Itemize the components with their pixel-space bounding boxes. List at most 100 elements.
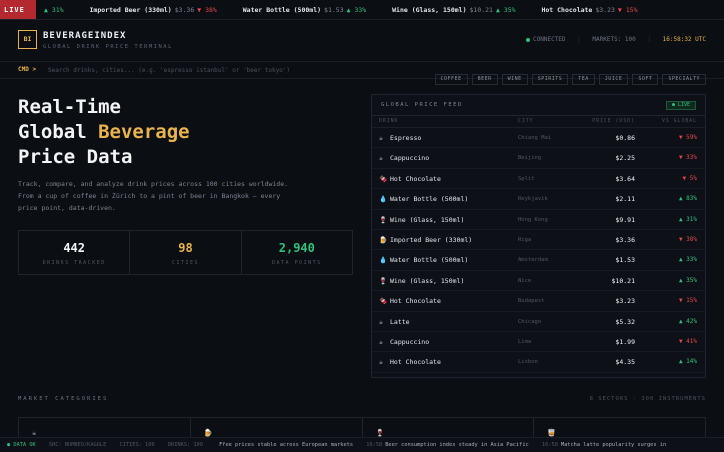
news-item[interactable]: Ffee prices stable across European marke… — [219, 442, 353, 448]
chip-coffee[interactable]: COFFEE — [434, 74, 468, 85]
ticker-item-change: ▲ 33% — [346, 6, 367, 14]
table-row[interactable]: 🍫 Hot Chocolate Budapest $3.23 ▼ 15% — [372, 291, 705, 312]
news-item[interactable]: Matcha latte popularity surges in — [561, 442, 666, 448]
news-time: 16:58 — [541, 442, 558, 448]
wine-icon: 🍷 — [375, 429, 385, 437]
spirits-icon: 🥃 — [547, 429, 556, 437]
price-feed-panel: GLOBAL PRICE FEED ● LIVE DRINK CITY PRIC… — [371, 94, 706, 378]
column-header-city[interactable]: CITY — [518, 119, 534, 124]
vs-global-change: ▲ 83% — [678, 195, 697, 203]
hot-chocolate-icon: 🍫 — [379, 297, 388, 306]
chip-spirits[interactable]: SPIRITS — [531, 74, 569, 85]
brand-name[interactable]: BEVERAGEINDEX — [43, 31, 126, 41]
table-row[interactable]: 🍷 Wine (Glass, 150ml) Hong Kong $9.91 ▲ 31% — [372, 210, 705, 230]
water-drop-icon: 💧 — [379, 256, 388, 265]
price-value: $0.86 — [615, 134, 635, 142]
ticker-item[interactable]: Imported Beer (330ml) $3.36 ▼ 38% — [89, 0, 217, 19]
category-card[interactable]: ☕ — [19, 418, 191, 437]
table-row[interactable]: 💧 Water Bottle (500ml) Reykjavik $2.11 ▲ 83% — [372, 189, 705, 210]
stat-value: 2,940 — [278, 241, 315, 255]
vs-global-change: ▼ 5% — [682, 174, 697, 182]
vs-global-change: ▼ 59% — [678, 134, 697, 141]
markets-count: MARKETS: 100 — [592, 36, 636, 43]
category-filter-chips: COFFEE BEER WINE SPIRITS TEA JUICE SOFT SPECIAL… — [431, 65, 706, 85]
chip-beer[interactable]: BEER — [471, 74, 498, 85]
data-source: SRC: NUMBEO/KAGGLE — [48, 442, 107, 448]
table-row[interactable]: ☕ Cappuccino Lima $1.99 ▼ 41% — [372, 332, 705, 353]
table-row[interactable]: ☕ Latte Chicago $5.32 ▲ 42% — [372, 312, 705, 332]
ticker-item-change: ▲ 35% — [495, 6, 516, 14]
price-value: $3.23 — [615, 297, 635, 306]
ticker-item-name: Imported Beer (330ml) — [89, 6, 172, 14]
vs-global-change: ▲ 33% — [678, 256, 697, 264]
status-bar: ● DATA OK SRC: NUMBEO/KAGGLE CITIES: 100… — [0, 437, 724, 452]
drink-name: Water Bottle (500ml) — [390, 195, 469, 204]
stat-value: 442 — [63, 241, 85, 255]
vs-global-change: ▼ 41% — [678, 337, 697, 345]
search-input[interactable] — [48, 65, 408, 76]
city-name: Amsterdam — [518, 257, 548, 264]
chip-wine[interactable]: WINE — [501, 74, 528, 85]
table-row[interactable]: 🍫 Hot Chocolate Split $3.64 ▼ 5% — [372, 169, 705, 190]
table-row[interactable]: ☕ Espresso Chiang Mai $0.86 ▼ 59% — [372, 128, 705, 149]
stat-drinks-tracked: 442 DRINKS TRACKED — [19, 231, 131, 274]
coffee-icon: ☕ — [379, 134, 383, 142]
drinks-count: DRINKS: 100 — [167, 442, 203, 448]
category-card[interactable]: 🍺 — [191, 418, 363, 437]
vs-global-change: ▼ 33% — [678, 154, 697, 162]
ticker-item[interactable]: ▲ 31% — [38, 0, 64, 19]
divider: | — [647, 36, 652, 43]
chip-tea[interactable]: TEA — [572, 74, 595, 85]
wine-glass-icon: 🍷 — [379, 215, 388, 224]
table-row[interactable]: 🍷 Wine (Glass, 150ml) Nice $10.21 ▲ 35% — [372, 271, 705, 292]
data-status: ● DATA OK — [7, 442, 36, 448]
news-time: 16:58 — [366, 442, 383, 448]
vs-global-change: ▲ 35% — [678, 276, 697, 284]
live-badge: ● LIVE — [665, 101, 696, 110]
city-name: Lisbon — [518, 359, 538, 366]
price-value: $3.64 — [615, 174, 635, 183]
stats-panel: 442 DRINKS TRACKED 98 CITIES 2,940 DATA … — [18, 230, 353, 275]
connection-status: CONNECTED — [526, 36, 566, 43]
ticker-item[interactable]: Wine (Glass, 150ml) $10.21 ▲ 35% — [392, 0, 516, 19]
table-row[interactable]: ☕ Cappuccino Beijing $2.25 ▼ 33% — [372, 148, 705, 169]
news-item[interactable]: Beer consumption index steady in Asia Pa… — [385, 442, 529, 448]
ticker-live-tag: LIVE — [0, 0, 36, 19]
ticker-item[interactable]: Hot Chocolate $3.23 ▼ 15% — [541, 0, 637, 19]
chip-juice[interactable]: JUICE — [598, 74, 629, 85]
ticker-item-name: Water Bottle (500ml) — [242, 6, 322, 14]
ticker-item[interactable]: Water Bottle (500ml) $1.53 ▲ 33% — [242, 0, 367, 19]
price-ticker: LIVE ▲ 31% Imported Beer (330ml) $3.36 ▼ 3… — [0, 0, 724, 20]
market-categories-title: MARKET CATEGORIES — [18, 396, 109, 402]
category-card[interactable]: 🍷 — [363, 418, 535, 437]
hero-title: Real-Time Global Beverage Price Data — [18, 95, 190, 170]
app-header: BI BEVERAGEINDEX GLOBAL DRINK PRICE TERM… — [0, 20, 724, 62]
command-prompt-label: CMD > — [18, 66, 37, 73]
column-header-vs-global[interactable]: VS GLOBAL — [662, 119, 697, 124]
column-header-price[interactable]: PRICE (USD) — [592, 119, 635, 124]
price-value: $10.21 — [611, 276, 635, 285]
drink-name: Water Bottle (500ml) — [390, 256, 469, 265]
stat-value: 98 — [178, 241, 193, 255]
price-value: $2.25 — [615, 154, 635, 163]
ticker-item-change: ▼ 38% — [197, 6, 217, 14]
ticker-item-change: ▲ 31% — [44, 6, 64, 14]
chip-specialty[interactable]: SPECIALTY — [662, 74, 706, 85]
drink-name: Latte — [390, 317, 410, 326]
brand-logo[interactable]: BI — [18, 30, 37, 49]
coffee-icon: ☕ — [379, 358, 383, 367]
drink-name: Hot Chocolate — [390, 358, 441, 367]
column-header-drink[interactable]: DRINK — [379, 119, 398, 124]
market-categories-meta: 8 SECTORS · 300 INSTRUMENTS — [589, 396, 706, 402]
price-value: $9.91 — [615, 215, 635, 224]
table-row[interactable]: 🍺 Imported Beer (330ml) Riga $3.36 ▼ 38% — [372, 230, 705, 251]
category-card[interactable]: 🥃 — [534, 418, 705, 437]
hero-title-line-2: Global Beverage — [18, 120, 190, 145]
table-row[interactable]: 💧 Water Bottle (500ml) Amsterdam $1.53 ▲ 33% — [372, 250, 705, 271]
hero-description: Track, compare, and analyze drink prices… — [18, 180, 289, 212]
table-row[interactable]: ☕ Hot Chocolate Lisbon $4.35 ▲ 14% — [372, 352, 705, 373]
coffee-icon: ☕ — [379, 317, 383, 326]
beer-icon: 🍺 — [203, 429, 213, 437]
chip-soft[interactable]: SOFT — [632, 74, 659, 85]
feed-column-headers: DRINK CITY PRICE (USD) VS GLOBAL — [372, 116, 705, 128]
